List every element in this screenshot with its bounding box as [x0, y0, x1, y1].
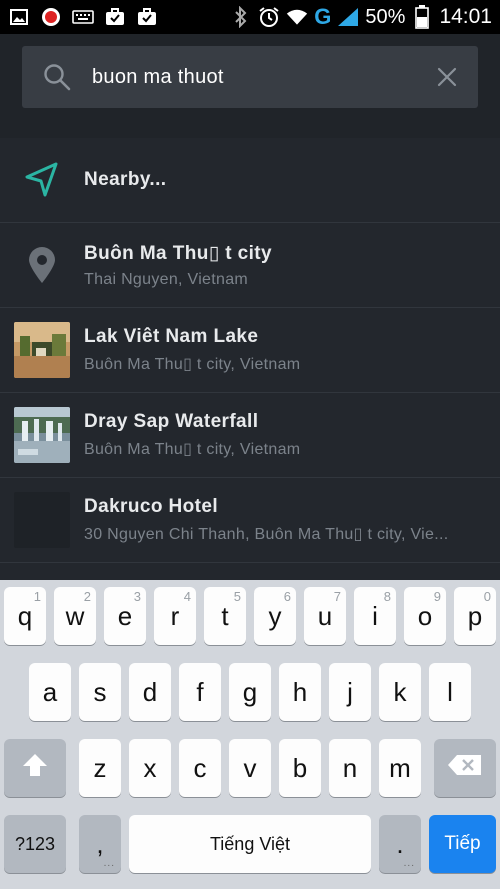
- search-box[interactable]: buon ma thuot: [22, 46, 478, 108]
- key-x[interactable]: x: [129, 739, 171, 797]
- battery-percent: 50%: [365, 5, 406, 28]
- key-m[interactable]: m: [379, 739, 421, 797]
- hotel-thumbnail-placeholder: [14, 492, 70, 548]
- key-r[interactable]: r4: [154, 587, 196, 645]
- result-nearby[interactable]: Nearby...: [0, 138, 500, 223]
- waterfall-thumbnail: [14, 407, 70, 463]
- onscreen-keyboard: q1 w2 e3 r4 t5 y6 u7 i8 o9 p0 a s d f g …: [0, 580, 500, 889]
- shift-key[interactable]: [4, 739, 66, 797]
- result-title: Dakruco Hotel: [84, 496, 219, 517]
- symbols-key[interactable]: ?123: [4, 815, 66, 873]
- key-y[interactable]: y6: [254, 587, 296, 645]
- signal-icon: [337, 7, 359, 27]
- clear-icon[interactable]: [436, 66, 458, 88]
- briefcase-check-icon: [104, 7, 126, 27]
- lake-thumbnail: [14, 322, 70, 378]
- space-key[interactable]: Tiếng Việt: [129, 815, 371, 873]
- result-title: Buôn Ma Thu▯ t city: [84, 242, 272, 264]
- key-h[interactable]: h: [279, 663, 321, 721]
- backspace-icon: [447, 753, 483, 784]
- comma-key[interactable]: ,...: [79, 815, 121, 873]
- key-v[interactable]: v: [229, 739, 271, 797]
- wifi-icon: [286, 7, 308, 27]
- result-item[interactable]: Dray Sap Waterfall Buôn Ma Thu▯ t city, …: [0, 393, 500, 478]
- search-header: buon ma thuot: [0, 34, 500, 138]
- key-i[interactable]: i8: [354, 587, 396, 645]
- key-t[interactable]: t5: [204, 587, 246, 645]
- results-list: Nearby... Buôn Ma Thu▯ t city Thai Nguye…: [0, 138, 500, 563]
- backspace-key[interactable]: [434, 739, 496, 797]
- key-d[interactable]: d: [129, 663, 171, 721]
- key-o[interactable]: o9: [404, 587, 446, 645]
- key-u[interactable]: u7: [304, 587, 346, 645]
- alarm-icon: [258, 7, 280, 27]
- map-pin-icon: [14, 237, 70, 293]
- key-c[interactable]: c: [179, 739, 221, 797]
- key-z[interactable]: z: [79, 739, 121, 797]
- status-bar: G 50% 14:01: [0, 0, 500, 34]
- key-g[interactable]: g: [229, 663, 271, 721]
- keyboard-icon: [72, 7, 94, 27]
- network-type: G: [314, 4, 332, 29]
- result-item[interactable]: Buôn Ma Thu▯ t city Thai Nguyen, Vietnam: [0, 223, 500, 308]
- bluetooth-icon: [230, 6, 252, 28]
- period-key[interactable]: ....: [379, 815, 421, 873]
- briefcase-check-icon-2: [136, 7, 158, 27]
- result-title: Dray Sap Waterfall: [84, 411, 259, 432]
- key-n[interactable]: n: [329, 739, 371, 797]
- key-s[interactable]: s: [79, 663, 121, 721]
- key-f[interactable]: f: [179, 663, 221, 721]
- result-subtitle: 30 Nguyen Chi Thanh, Buôn Ma Thu▯ t city…: [84, 526, 449, 543]
- key-k[interactable]: k: [379, 663, 421, 721]
- search-input[interactable]: buon ma thuot: [92, 66, 436, 89]
- app-notification-icon: [40, 7, 62, 27]
- shift-icon: [21, 752, 49, 785]
- key-p[interactable]: p0: [454, 587, 496, 645]
- result-title: Nearby...: [84, 169, 167, 190]
- enter-key[interactable]: Tiếp: [429, 815, 496, 873]
- gallery-icon: [8, 7, 30, 27]
- result-item[interactable]: Lak Viêt Nam Lake Buôn Ma Thu▯ t city, V…: [0, 308, 500, 393]
- result-item[interactable]: Dakruco Hotel 30 Nguyen Chi Thanh, Buôn …: [0, 478, 500, 563]
- key-a[interactable]: a: [29, 663, 71, 721]
- key-q[interactable]: q1: [4, 587, 46, 645]
- key-e[interactable]: e3: [104, 587, 146, 645]
- key-j[interactable]: j: [329, 663, 371, 721]
- result-title: Lak Viêt Nam Lake: [84, 326, 259, 347]
- battery-icon: [411, 5, 433, 29]
- result-subtitle: Buôn Ma Thu▯ t city, Vietnam: [84, 356, 301, 373]
- result-subtitle: Thai Nguyen, Vietnam: [84, 270, 249, 288]
- navigation-arrow-icon: [14, 152, 70, 208]
- key-l[interactable]: l: [429, 663, 471, 721]
- clock: 14:01: [439, 5, 492, 28]
- key-b[interactable]: b: [279, 739, 321, 797]
- result-subtitle: Buôn Ma Thu▯ t city, Vietnam: [84, 441, 301, 458]
- key-w[interactable]: w2: [54, 587, 96, 645]
- search-icon: [42, 62, 72, 92]
